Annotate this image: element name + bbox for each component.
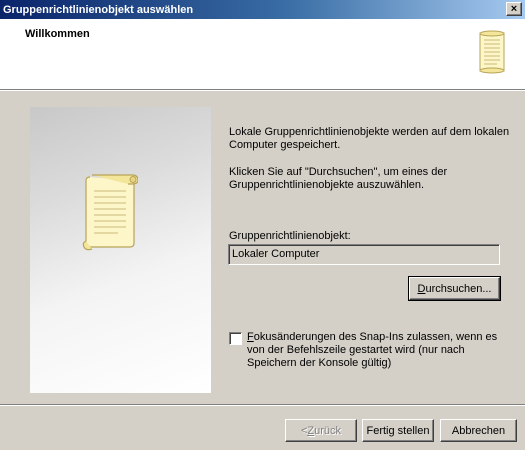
scroll-icon — [82, 174, 138, 251]
title-bar: Gruppenrichtlinienobjekt auswählen × — [0, 0, 525, 19]
cancel-button[interactable]: Abbrechen — [440, 419, 517, 442]
focus-change-checkbox[interactable] — [229, 332, 242, 345]
focus-change-label[interactable]: Fokusänderungen des Snap-Ins zulassen, w… — [247, 331, 509, 370]
back-button[interactable]: < Zurück — [285, 419, 357, 442]
intro-text: Lokale Gruppenrichtlinienobjekte werden … — [229, 126, 510, 151]
side-banner — [30, 107, 211, 393]
gpo-field[interactable]: Lokaler Computer — [228, 244, 500, 265]
instruction-text: Klicken Sie auf "Durchsuchen", um eines … — [229, 166, 448, 191]
finish-button[interactable]: Fertig stellen — [362, 419, 434, 442]
page-title: Willkommen — [25, 28, 90, 40]
scroll-icon — [479, 30, 505, 74]
footer-divider-highlight — [0, 405, 525, 406]
wizard-content: Lokale Gruppenrichtlinienobjekte werden … — [0, 91, 525, 404]
close-icon[interactable]: × — [506, 2, 522, 16]
gpo-field-label: Gruppenrichtlinienobjekt: — [229, 230, 351, 242]
wizard-header: Willkommen — [0, 19, 525, 90]
browse-button[interactable]: Durchsuchen... — [408, 276, 501, 301]
window-title: Gruppenrichtlinienobjekt auswählen — [3, 3, 194, 16]
